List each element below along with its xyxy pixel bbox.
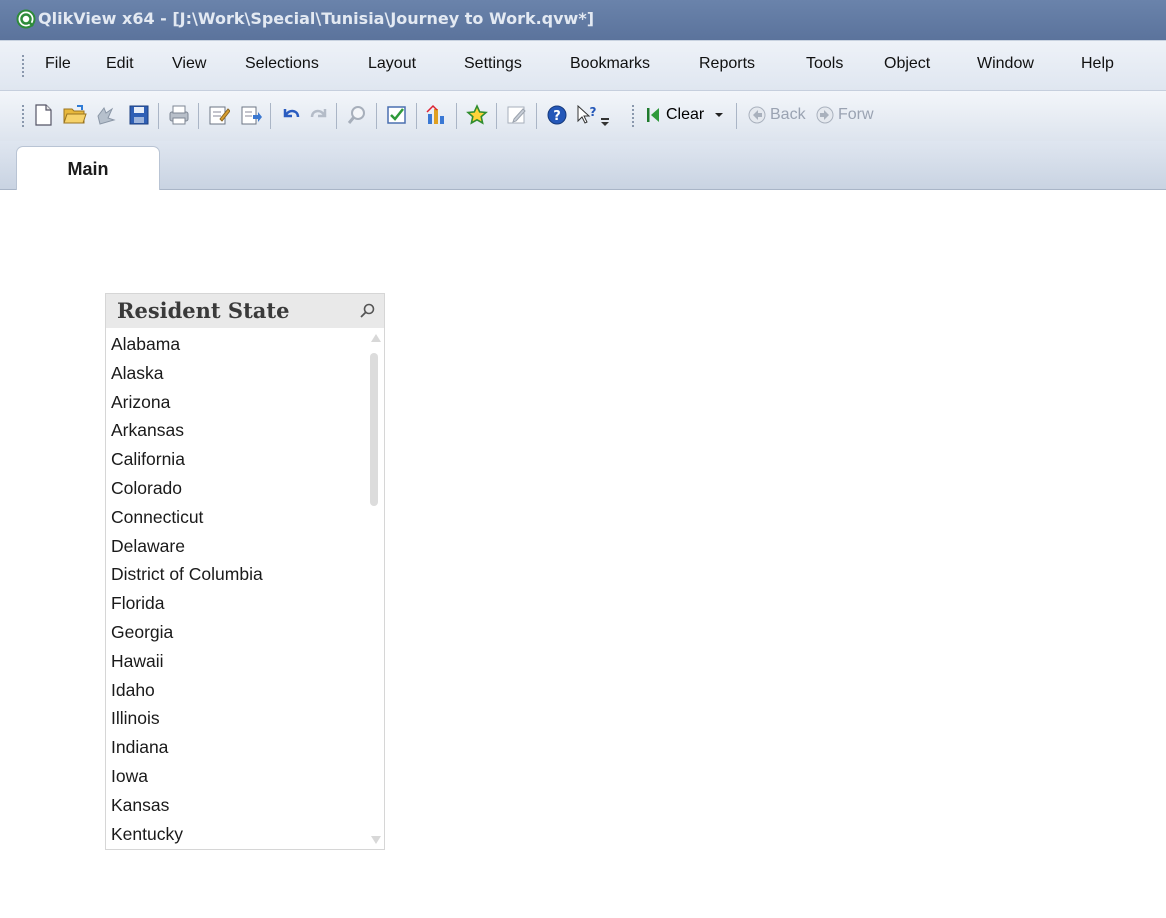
menu-reports[interactable]: Reports <box>699 55 755 73</box>
help-icon[interactable]: ? <box>544 102 570 128</box>
menu-layout[interactable]: Layout <box>368 55 416 73</box>
reload-data-icon[interactable] <box>238 102 264 128</box>
list-item[interactable]: Idaho <box>106 676 368 705</box>
list-item[interactable]: Kansas <box>106 791 368 820</box>
list-item[interactable]: Iowa <box>106 762 368 791</box>
toolbar-grip[interactable] <box>632 105 634 127</box>
list-item[interactable]: Arizona <box>106 388 368 417</box>
back-arrow-icon[interactable] <box>744 102 770 128</box>
menu-grip[interactable] <box>22 55 24 77</box>
clear-icon[interactable] <box>640 102 666 128</box>
listbox-title: Resident State <box>117 298 290 323</box>
toolbar-separator <box>736 103 737 129</box>
toolbar-separator <box>416 103 417 129</box>
select-fields-icon[interactable] <box>384 102 410 128</box>
list-item[interactable]: Kentucky <box>106 820 368 849</box>
toolbar-separator <box>198 103 199 129</box>
toolbar-overflow-icon[interactable] <box>598 111 612 131</box>
list-item[interactable]: Illinois <box>106 704 368 733</box>
list-item[interactable]: Colorado <box>106 474 368 503</box>
clear-button[interactable]: Clear <box>666 106 704 124</box>
window-title: QlikView x64 - [J:\Work\Special\Tunisia\… <box>38 9 595 28</box>
reload-icon[interactable] <box>94 102 120 128</box>
sheet-tab-strip: Main <box>0 141 1166 191</box>
title-bar: QlikView x64 - [J:\Work\Special\Tunisia\… <box>0 0 1166 40</box>
menu-tools[interactable]: Tools <box>806 55 843 73</box>
scrollbar-thumb[interactable] <box>370 353 378 506</box>
svg-text:?: ? <box>590 105 597 119</box>
list-item[interactable]: Connecticut <box>106 503 368 532</box>
listbox-header[interactable]: Resident State <box>106 294 384 328</box>
redo-icon[interactable] <box>306 102 332 128</box>
menu-help[interactable]: Help <box>1081 55 1114 73</box>
listbox-scrollbar[interactable] <box>368 330 384 848</box>
list-item[interactable]: Alabama <box>106 330 368 359</box>
list-item[interactable]: Alaska <box>106 359 368 388</box>
new-document-icon[interactable] <box>30 102 56 128</box>
list-item[interactable]: Arkansas <box>106 416 368 445</box>
qlikview-logo-icon <box>16 9 36 29</box>
listbox-items: Alabama Alaska Arizona Arkansas Californ… <box>106 330 368 848</box>
list-item[interactable]: Georgia <box>106 618 368 647</box>
toolbar: ? ? Clear Back Forw <box>0 90 1166 142</box>
edit-script-icon[interactable] <box>206 102 232 128</box>
menu-object[interactable]: Object <box>884 55 930 73</box>
menu-bar: File Edit View Selections Layout Setting… <box>0 40 1166 91</box>
list-item[interactable]: Hawaii <box>106 647 368 676</box>
menu-file[interactable]: File <box>45 55 71 73</box>
open-folder-icon[interactable] <box>62 102 88 128</box>
menu-selections[interactable]: Selections <box>245 55 319 73</box>
bookmark-star-icon[interactable] <box>464 102 490 128</box>
scroll-down-arrow-icon[interactable] <box>371 836 381 844</box>
toolbar-separator <box>376 103 377 129</box>
toolbar-separator <box>336 103 337 129</box>
forward-button[interactable]: Forw <box>838 106 874 124</box>
menu-bookmarks[interactable]: Bookmarks <box>570 55 650 73</box>
save-icon[interactable] <box>126 102 152 128</box>
back-button[interactable]: Back <box>770 106 806 124</box>
toolbar-separator <box>270 103 271 129</box>
toolbar-separator <box>158 103 159 129</box>
forward-arrow-icon[interactable] <box>812 102 838 128</box>
list-item[interactable]: Florida <box>106 589 368 618</box>
toolbar-separator <box>536 103 537 129</box>
list-item[interactable]: California <box>106 445 368 474</box>
print-icon[interactable] <box>166 102 192 128</box>
toolbar-separator <box>456 103 457 129</box>
svg-text:?: ? <box>553 109 561 124</box>
tab-main[interactable]: Main <box>16 146 160 191</box>
clear-dropdown-chevron-down-icon[interactable] <box>712 105 726 125</box>
menu-view[interactable]: View <box>172 55 206 73</box>
undo-icon[interactable] <box>278 102 304 128</box>
menu-window[interactable]: Window <box>977 55 1034 73</box>
scroll-up-arrow-icon[interactable] <box>371 334 381 342</box>
search-icon[interactable] <box>358 302 376 320</box>
resident-state-listbox[interactable]: Resident State Alabama Alaska Arizona Ar… <box>105 293 385 850</box>
toolbar-grip[interactable] <box>22 105 24 127</box>
list-item[interactable]: District of Columbia <box>106 560 368 589</box>
menu-settings[interactable]: Settings <box>464 55 522 73</box>
edit-object-icon[interactable] <box>504 102 530 128</box>
search-icon[interactable] <box>344 102 370 128</box>
menu-edit[interactable]: Edit <box>106 55 134 73</box>
sheet-main: Resident State Alabama Alaska Arizona Ar… <box>0 190 1166 918</box>
list-item[interactable]: Indiana <box>106 733 368 762</box>
toolbar-separator <box>496 103 497 129</box>
new-chart-icon[interactable] <box>424 102 450 128</box>
context-help-icon[interactable]: ? <box>574 102 600 128</box>
list-item[interactable]: Delaware <box>106 532 368 561</box>
